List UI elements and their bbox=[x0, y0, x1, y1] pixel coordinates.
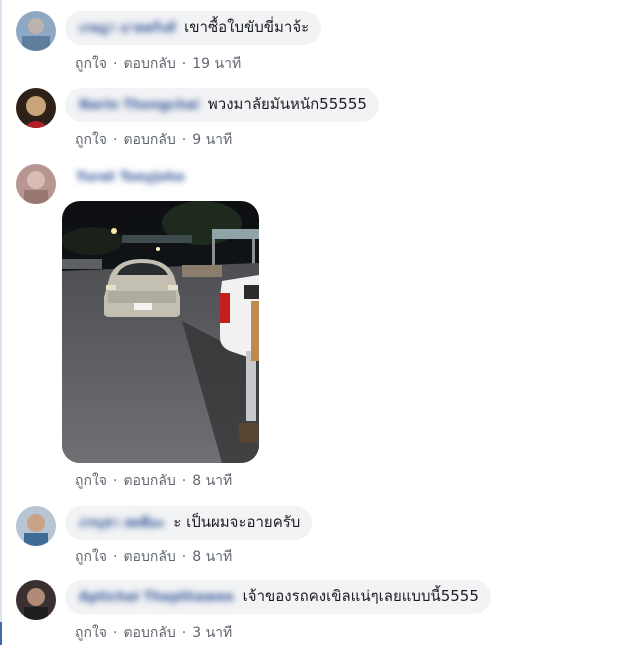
reply-button[interactable]: ตอบกลับ bbox=[123, 56, 175, 72]
reply-button[interactable]: ตอบกลับ bbox=[123, 549, 175, 565]
avatar[interactable] bbox=[16, 164, 56, 204]
comment-time[interactable]: 8 นาที bbox=[192, 549, 232, 565]
avatar-image bbox=[16, 506, 56, 546]
separator: · bbox=[181, 473, 187, 489]
separator: · bbox=[113, 625, 118, 641]
comment-bubble: เกษฎา มาดตกิงส์ เขาซื้อใบขับขี่มาจ้ะ bbox=[65, 11, 322, 45]
commenter-name[interactable]: Narin Thongchai bbox=[79, 98, 199, 113]
comment-time[interactable]: 9 นาที bbox=[192, 132, 232, 148]
thread-rule-active bbox=[0, 622, 2, 645]
comment-actions: ถูกใจ · ตอบกลับ · 19 นาที bbox=[75, 53, 241, 75]
comment-actions: ถูกใจ · ตอบกลับ · 9 นาที bbox=[75, 129, 232, 151]
comment-text: เจ้าของรถคงเขิลแน่ๆเลยแบบนี้5555 bbox=[242, 587, 479, 605]
avatar-image bbox=[16, 11, 56, 51]
avatar[interactable] bbox=[16, 88, 56, 128]
avatar[interactable] bbox=[16, 11, 56, 51]
comment-bubble: ภรนุชา สตตีมะ ะ เป็นผมจะอายครับ bbox=[65, 506, 313, 540]
comment-time[interactable]: 3 นาที bbox=[192, 625, 232, 641]
like-button[interactable]: ถูกใจ bbox=[75, 132, 107, 148]
separator: · bbox=[113, 132, 118, 148]
reply-button[interactable]: ตอบกลับ bbox=[123, 132, 175, 148]
comment-photo[interactable] bbox=[62, 201, 259, 463]
like-button[interactable]: ถูกใจ bbox=[75, 549, 107, 565]
like-button[interactable]: ถูกใจ bbox=[75, 473, 107, 489]
reply-button[interactable]: ตอบกลับ bbox=[123, 473, 175, 489]
reply-button[interactable]: ตอบกลับ bbox=[123, 625, 175, 641]
comment-time[interactable]: 8 นาที bbox=[192, 473, 232, 489]
comment-text: เขาซื้อใบขับขี่มาจ้ะ bbox=[184, 18, 310, 36]
thread-rule bbox=[0, 0, 2, 645]
commenter-name[interactable]: เกษฎา มาดตกิงส์ bbox=[79, 21, 175, 36]
comment-time[interactable]: 19 นาที bbox=[192, 56, 241, 72]
comment-text: พวงมาลัยมันหนัก55555 bbox=[207, 95, 367, 113]
comment-actions: ถูกใจ · ตอบกลับ · 8 นาที bbox=[75, 546, 232, 568]
separator: · bbox=[181, 625, 187, 641]
avatar-image bbox=[16, 580, 56, 620]
separator: · bbox=[181, 132, 187, 148]
like-button[interactable]: ถูกใจ bbox=[75, 56, 107, 72]
separator: · bbox=[181, 56, 187, 72]
commenter-name[interactable]: ภรนุชา สตตีมะ bbox=[79, 516, 164, 531]
comment-bubble: Narin Thongchai พวงมาลัยมันหนัก55555 bbox=[65, 88, 379, 122]
avatar-image bbox=[16, 164, 56, 204]
avatar[interactable] bbox=[16, 506, 56, 546]
separator: · bbox=[181, 549, 187, 565]
avatar[interactable] bbox=[16, 580, 56, 620]
comment-bubble: Aptichai Thepthawee เจ้าของรถคงเขิลแน่ๆเ… bbox=[65, 580, 491, 614]
commenter-name[interactable]: Yurat Toeyjoho bbox=[76, 170, 185, 185]
comment-text: ะ เป็นผมจะอายครับ bbox=[173, 513, 301, 531]
comment-actions: ถูกใจ · ตอบกลับ · 3 นาที bbox=[75, 622, 232, 644]
separator: · bbox=[113, 549, 118, 565]
photo-icon bbox=[62, 201, 259, 463]
separator: · bbox=[113, 56, 118, 72]
avatar-image bbox=[16, 88, 56, 128]
commenter-name[interactable]: Aptichai Thepthawee bbox=[79, 590, 234, 605]
separator: · bbox=[113, 473, 118, 489]
comment-actions: ถูกใจ · ตอบกลับ · 8 นาที bbox=[75, 470, 232, 492]
like-button[interactable]: ถูกใจ bbox=[75, 625, 107, 641]
